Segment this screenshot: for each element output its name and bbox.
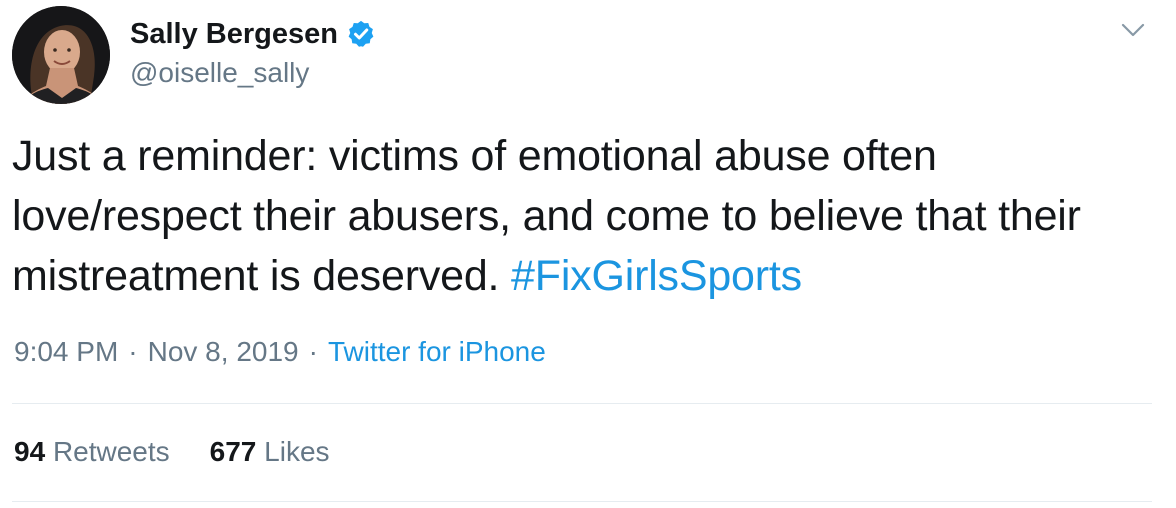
retweets-stat[interactable]: 94 Retweets: [14, 434, 170, 470]
divider: [12, 403, 1152, 404]
tweet-date[interactable]: Nov 8, 2019: [148, 336, 299, 367]
likes-stat[interactable]: 677 Likes: [210, 434, 330, 470]
likes-count: 677: [209, 436, 257, 467]
likes-label: Likes: [264, 436, 330, 467]
retweets-count: 94: [14, 436, 46, 467]
retweets-label: Retweets: [52, 436, 170, 467]
tweet-card: Sally Bergesen @oiselle_sally Just a rem…: [0, 0, 1176, 508]
meta-separator: ·: [308, 336, 318, 367]
tweet-text: Just a reminder: victims of emotional ab…: [12, 126, 1152, 306]
tweet-stats: 94 Retweets 677 Likes: [14, 434, 370, 470]
meta-separator: ·: [128, 336, 138, 367]
author-display-name[interactable]: Sally Bergesen: [130, 16, 338, 52]
author-handle[interactable]: @oiselle_sally: [130, 56, 309, 90]
chevron-down-icon[interactable]: [1118, 18, 1148, 42]
avatar[interactable]: [12, 6, 110, 104]
verified-badge-icon: [346, 19, 376, 49]
hashtag-link[interactable]: #FixGirlsSports: [511, 252, 802, 300]
divider: [12, 501, 1152, 502]
author-name-row[interactable]: Sally Bergesen: [130, 16, 376, 52]
tweet-source-link[interactable]: Twitter for iPhone: [328, 336, 546, 367]
tweet-meta: 9:04 PM · Nov 8, 2019 · Twitter for iPhone: [14, 334, 546, 370]
avatar-image: [12, 6, 110, 104]
tweet-time[interactable]: 9:04 PM: [14, 336, 118, 367]
